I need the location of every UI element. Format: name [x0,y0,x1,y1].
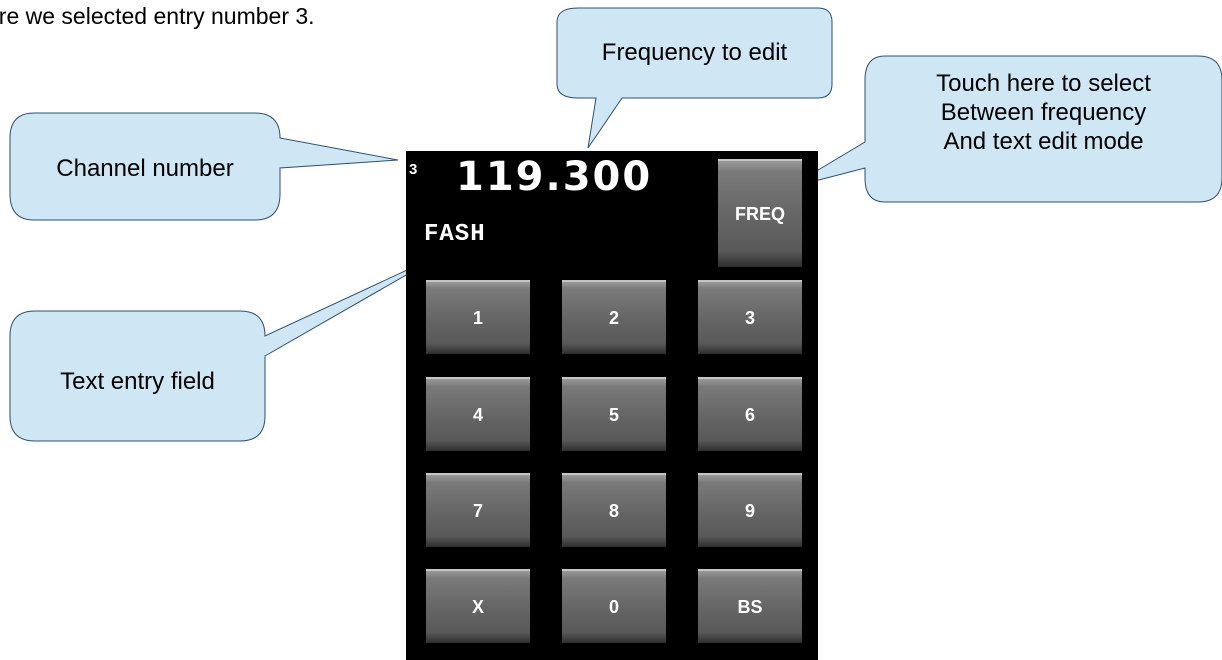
frequency-display: 119.300 [456,154,653,200]
key-3[interactable]: 3 [698,280,802,354]
key-6[interactable]: 6 [698,377,802,451]
callout-mode-line-2: Between frequency [940,99,1147,126]
callout-text-field-bubble [9,250,449,442]
key-backspace[interactable]: BS [698,569,802,643]
callout-mode-text: Touch here to select Between frequency A… [865,69,1222,156]
callout-text-field-text: Text entry field [60,368,215,395]
device-screen: 3 119.300 FASH FREQ 1 2 3 4 5 6 7 8 9 X … [406,151,818,660]
channel-number: 3 [409,161,418,178]
key-2[interactable]: 2 [562,280,666,354]
key-8[interactable]: 8 [562,473,666,547]
callout-frequency-text: Frequency to edit [601,39,788,66]
key-0[interactable]: 0 [562,569,666,643]
key-1[interactable]: 1 [426,280,530,354]
key-9[interactable]: 9 [698,473,802,547]
callout-frequency-bubble [556,7,833,149]
callout-mode-line-1: Touch here to select [936,70,1151,97]
freq-mode-button[interactable]: FREQ [718,159,802,267]
key-x[interactable]: X [426,569,530,643]
key-5[interactable]: 5 [562,377,666,451]
key-4[interactable]: 4 [426,377,530,451]
key-7[interactable]: 7 [426,473,530,547]
callout-channel-text: Channel number [56,155,234,182]
callout-mode-line-3: And text edit mode [943,128,1144,155]
text-entry-field: FASH [424,221,486,248]
